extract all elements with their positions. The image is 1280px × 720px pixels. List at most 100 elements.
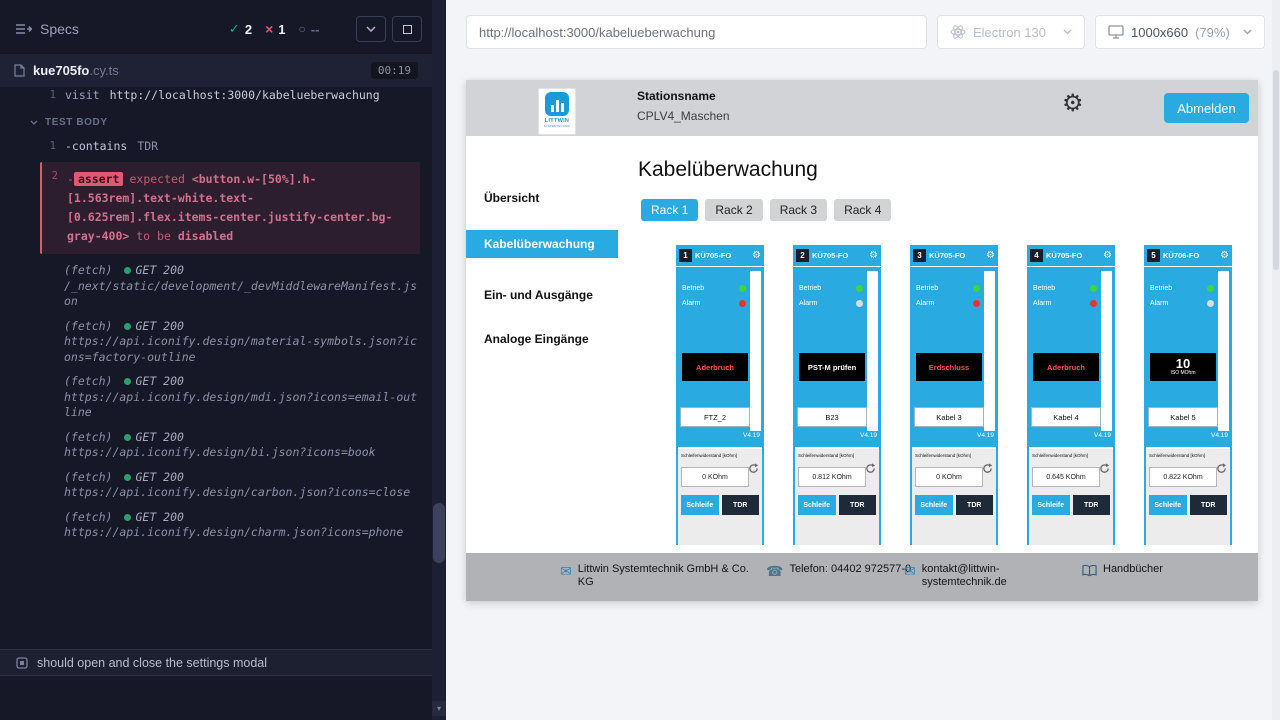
network-log-entry[interactable]: (fetch)GET 200 https://api.iconify.desig… — [0, 510, 432, 541]
schleife-button[interactable]: Schleife — [1149, 495, 1187, 515]
tab-rack-1[interactable]: Rack 1 — [641, 199, 698, 221]
littwin-logo: LITTWIN SYSTEMTECHNIK — [538, 88, 576, 135]
url-bar[interactable] — [466, 15, 927, 49]
viewport-select[interactable]: 1000x660 (79%) — [1095, 15, 1265, 49]
device-card: 3 KÜ705-FO ⚙ Betrieb Alarm Erdschluss Ka… — [910, 245, 998, 545]
cable-name: Kabel 5 — [1148, 407, 1218, 427]
failed-assert-row[interactable]: 2 -assertexpected <button.w-[50%].h-[1.5… — [40, 162, 420, 254]
chevron-down-icon — [1243, 29, 1252, 35]
spec-duration-badge: 00:19 — [371, 62, 418, 79]
sidebar-item-analoge-eingaenge[interactable]: Analoge Eingänge — [466, 329, 618, 349]
tdr-button[interactable]: TDR — [956, 495, 994, 515]
fetch-label: (fetch) — [64, 374, 112, 388]
network-log-entry[interactable]: (fetch)GET 200 /_next/static/development… — [0, 263, 432, 310]
main-content: Kabelüberwachung Rack 1 Rack 2 Rack 3 Ra… — [618, 136, 1258, 553]
betrieb-indicator: Betrieb — [799, 285, 863, 292]
footer-company: ✉ Littwin Systemtechnik GmbH & Co. KG — [560, 563, 756, 589]
cable-name: Kabel 4 — [1031, 407, 1101, 427]
level-gauge — [750, 271, 761, 431]
schleife-button[interactable]: Schleife — [681, 495, 719, 515]
schleife-button[interactable]: Schleife — [1032, 495, 1070, 515]
betrieb-indicator: Betrieb — [1150, 285, 1214, 292]
next-test-row[interactable]: should open and close the settings modal — [0, 649, 432, 676]
betrieb-label: Betrieb — [799, 285, 821, 292]
footer-manuals-link[interactable]: Handbücher — [1082, 563, 1163, 580]
schleife-button[interactable]: Schleife — [798, 495, 836, 515]
network-log-entry[interactable]: (fetch)GET 200 https://api.iconify.desig… — [0, 430, 432, 461]
section-label: TEST BODY — [45, 117, 108, 128]
scrollbar-thumb[interactable] — [1273, 70, 1279, 270]
tdr-button[interactable]: TDR — [1073, 495, 1111, 515]
sidebar-item-uebersicht[interactable]: Übersicht — [466, 188, 618, 208]
tdr-button[interactable]: TDR — [839, 495, 877, 515]
tdr-button[interactable]: TDR — [1190, 495, 1228, 515]
mail-icon: ✉ — [560, 564, 572, 589]
visit-url: http://localhost:3000/kabelueberwachung — [110, 88, 380, 102]
schleife-button[interactable]: Schleife — [915, 495, 953, 515]
refresh-icon[interactable] — [1099, 463, 1110, 474]
resistance-section: Schleifenwiderstand [kOhm] 0.812 KOhm Sc… — [795, 447, 879, 545]
tdr-button[interactable]: TDR — [722, 495, 760, 515]
station-name: CPLV4_Maschen — [637, 109, 730, 123]
refresh-icon[interactable] — [865, 463, 876, 474]
card-header: 5 KÜ706-FO ⚙ — [1144, 245, 1232, 267]
browser-select[interactable]: Electron 130 — [937, 15, 1085, 49]
test-body-section[interactable]: TEST BODY — [0, 105, 432, 136]
tab-rack-2[interactable]: Rack 2 — [705, 199, 762, 221]
command-number: 1 — [44, 138, 56, 154]
card-model-label: KÜ705-FO — [1046, 251, 1100, 260]
x-icon: × — [265, 21, 273, 37]
card-settings-icon[interactable]: ⚙ — [1220, 251, 1229, 261]
refresh-icon[interactable] — [1216, 463, 1227, 474]
fetch-label: (fetch) — [64, 470, 112, 484]
refresh-icon[interactable] — [748, 463, 759, 474]
card-settings-icon[interactable]: ⚙ — [869, 251, 878, 261]
card-settings-icon[interactable]: ⚙ — [986, 251, 995, 261]
specs-menu-button[interactable]: Specs — [16, 21, 79, 37]
sidebar-item-ein-und-ausgaenge[interactable]: Ein- und Ausgänge — [466, 285, 618, 305]
network-log-entry[interactable]: (fetch)GET 200 https://api.iconify.desig… — [0, 319, 432, 366]
reporter-scrollbar[interactable]: ▾ — [432, 0, 446, 720]
footer-text: kontakt@littwin-systemtechnik.de — [922, 563, 1022, 589]
section-chevron-icon — [30, 120, 38, 125]
tab-rack-3[interactable]: Rack 3 — [770, 199, 827, 221]
command-log: 1 visithttp://localhost:3000/kabelueberw… — [0, 87, 432, 541]
sidebar-item-kabelueberwachung[interactable]: Kabelüberwachung — [466, 230, 618, 258]
refresh-icon[interactable] — [982, 463, 993, 474]
resistance-label: Schleifenwiderstand [kOhm] — [1032, 453, 1110, 458]
spec-file-header[interactable]: kue705fo.cy.ts 00:19 — [0, 54, 432, 87]
network-log-entry[interactable]: (fetch)GET 200 https://api.iconify.desig… — [0, 470, 432, 501]
browser-toolbar: Electron 130 1000x660 (79%) — [446, 0, 1280, 49]
page-title: Kabelüberwachung — [638, 158, 1258, 182]
resistance-value: 0 KOhm — [681, 467, 749, 487]
app-footer: ✉ Littwin Systemtechnik GmbH & Co. KG ☎ … — [466, 553, 1258, 601]
card-settings-icon[interactable]: ⚙ — [1103, 251, 1112, 261]
fetch-label: (fetch) — [64, 430, 112, 444]
settings-gear-icon[interactable]: ⚙ — [1062, 92, 1084, 116]
scrollbar-thumb[interactable] — [433, 503, 445, 563]
betrieb-indicator: Betrieb — [682, 285, 746, 292]
footer-email[interactable]: ✉ kontakt@littwin-systemtechnik.de — [904, 563, 1022, 589]
stop-tests-button[interactable] — [392, 16, 422, 42]
app-header: Stationsname CPLV4_Maschen ⚙ Abmelden — [466, 80, 1258, 136]
contains-command-row[interactable]: 1 -containsTDR — [0, 136, 432, 156]
logout-button[interactable]: Abmelden — [1164, 93, 1249, 123]
status-dot-icon — [124, 267, 131, 274]
card-settings-icon[interactable]: ⚙ — [752, 251, 761, 261]
card-number: 3 — [913, 249, 926, 262]
fetch-url: /_next/static/development/_devMiddleware… — [64, 279, 418, 310]
window-scrollbar[interactable] — [1272, 0, 1280, 720]
collapse-all-button[interactable] — [356, 16, 386, 42]
status-dot-icon — [124, 378, 131, 385]
stop-icon — [403, 25, 412, 34]
visit-command-row[interactable]: 1 visithttp://localhost:3000/kabelueberw… — [0, 87, 432, 105]
viewport-icon — [1108, 25, 1124, 39]
tab-rack-4[interactable]: Rack 4 — [834, 199, 891, 221]
network-log-entry[interactable]: (fetch)GET 200 https://api.iconify.desig… — [0, 374, 432, 421]
screen: Specs ✓2 ×1 ○-- kue705fo.cy.ts 00:19 — [0, 0, 1280, 720]
fetch-status: GET 200 — [135, 263, 183, 277]
scrollbar-down-arrow[interactable]: ▾ — [432, 701, 446, 716]
resistance-section: Schleifenwiderstand [kOhm] 0.645 KOhm Sc… — [1029, 447, 1113, 545]
alarm-label: Alarm — [916, 300, 934, 307]
pending-count: -- — [311, 22, 320, 37]
